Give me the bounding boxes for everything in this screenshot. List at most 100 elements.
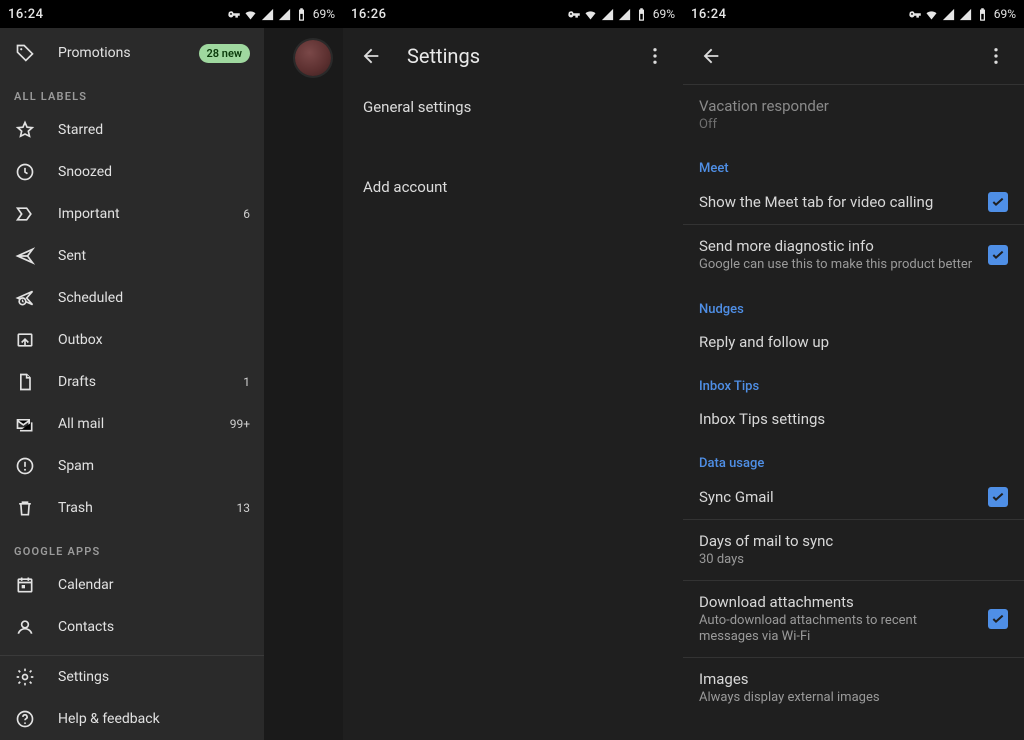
- count-badge: 1: [232, 375, 250, 389]
- drawer-item-calendar[interactable]: Calendar: [0, 564, 264, 606]
- drawer-item-trash[interactable]: Trash 13: [0, 487, 264, 529]
- spam-icon: [14, 456, 36, 476]
- battery-percent: 69%: [994, 7, 1016, 21]
- signal-icon: [617, 7, 632, 22]
- drawer-section-google-apps: GOOGLE APPS: [0, 529, 264, 564]
- status-bar: 16:26 69%: [343, 0, 683, 28]
- back-button[interactable]: [691, 36, 731, 76]
- vpn-icon: [566, 7, 581, 22]
- send-icon: [14, 246, 36, 266]
- drawer-item-contacts[interactable]: Contacts: [0, 606, 264, 648]
- important-icon: [14, 204, 36, 224]
- tag-icon: [14, 43, 36, 63]
- battery-percent: 69%: [653, 7, 675, 21]
- outbox-icon: [14, 330, 36, 350]
- settings-item-general[interactable]: General settings: [343, 84, 683, 130]
- phone-account-settings: 16:24 69% Vacation responder: [683, 0, 1024, 740]
- trash-icon: [14, 498, 36, 518]
- setting-reply-follow-up[interactable]: Reply and follow up: [683, 321, 1024, 363]
- back-icon: [700, 45, 722, 67]
- category-nudges: Nudges: [683, 286, 1024, 321]
- setting-download-attachments[interactable]: Download attachments Auto-download attac…: [683, 581, 1024, 658]
- status-icons: 69%: [566, 7, 675, 22]
- contacts-icon: [14, 617, 36, 637]
- drawer-item-promotions[interactable]: Promotions 28 new: [0, 32, 264, 74]
- help-icon: [14, 709, 36, 729]
- signal-icon: [260, 7, 275, 22]
- back-icon: [360, 45, 382, 67]
- status-icons: 69%: [226, 7, 335, 22]
- checkbox-checked[interactable]: [988, 245, 1008, 265]
- check-icon: [990, 611, 1006, 627]
- battery-icon: [975, 7, 990, 22]
- drawer-item-snoozed[interactable]: Snoozed: [0, 151, 264, 193]
- setting-inbox-tips[interactable]: Inbox Tips settings: [683, 398, 1024, 440]
- page-title: Settings: [407, 44, 480, 68]
- category-data-usage: Data usage: [683, 440, 1024, 475]
- drawer-item-drafts[interactable]: Drafts 1: [0, 361, 264, 403]
- schedule-send-icon: [14, 288, 36, 308]
- vpn-icon: [907, 7, 922, 22]
- drawer-item-help[interactable]: Help & feedback: [0, 698, 264, 740]
- setting-sync-gmail[interactable]: Sync Gmail: [683, 475, 1024, 519]
- status-bar: 16:24 69%: [0, 0, 343, 28]
- setting-send-diagnostic-info[interactable]: Send more diagnostic info Google can use…: [683, 225, 1024, 285]
- nav-drawer: Promotions 28 new ALL LABELS Starred Sno…: [0, 28, 264, 740]
- status-clock: 16:24: [691, 7, 726, 22]
- category-meet: Meet: [683, 145, 1024, 180]
- checkbox-checked[interactable]: [988, 192, 1008, 212]
- count-badge: 6: [232, 207, 250, 221]
- battery-icon: [294, 7, 309, 22]
- account-avatar[interactable]: [295, 40, 331, 76]
- star-icon: [14, 120, 36, 140]
- wifi-icon: [924, 7, 939, 22]
- signal-icon: [958, 7, 973, 22]
- checkbox-checked[interactable]: [988, 609, 1008, 629]
- setting-show-meet-tab[interactable]: Show the Meet tab for video calling: [683, 180, 1024, 224]
- status-clock: 16:26: [351, 7, 386, 22]
- app-bar: Settings: [343, 28, 683, 84]
- count-badge: 99+: [230, 417, 250, 431]
- battery-icon: [634, 7, 649, 22]
- drawer-item-important[interactable]: Important 6: [0, 193, 264, 235]
- check-icon: [990, 194, 1006, 210]
- drawer-item-scheduled[interactable]: Scheduled: [0, 277, 264, 319]
- checkbox-checked[interactable]: [988, 487, 1008, 507]
- check-icon: [990, 247, 1006, 263]
- signal-icon: [277, 7, 292, 22]
- phone-settings-root: 16:26 69% Settings General settings Add …: [343, 0, 683, 740]
- setting-days-to-sync[interactable]: Days of mail to sync 30 days: [683, 520, 1024, 580]
- drawer-item-spam[interactable]: Spam: [0, 445, 264, 487]
- new-badge: 28 new: [199, 44, 251, 63]
- drawer-item-starred[interactable]: Starred: [0, 109, 264, 151]
- drawer-item-settings[interactable]: Settings: [0, 656, 264, 698]
- settings-item-add-account[interactable]: Add account: [343, 164, 683, 210]
- drawer-item-sent[interactable]: Sent: [0, 235, 264, 277]
- drawer-label: Promotions: [58, 45, 177, 61]
- back-button[interactable]: [351, 36, 391, 76]
- signal-icon: [600, 7, 615, 22]
- wifi-icon: [583, 7, 598, 22]
- setting-vacation-responder[interactable]: Vacation responder Off: [683, 85, 1024, 145]
- overflow-button[interactable]: [635, 36, 675, 76]
- status-bar: 16:24 69%: [683, 0, 1024, 28]
- wifi-icon: [243, 7, 258, 22]
- allmail-icon: [14, 414, 36, 434]
- status-clock: 16:24: [8, 7, 43, 22]
- overflow-button[interactable]: [976, 36, 1016, 76]
- more-icon: [644, 45, 666, 67]
- app-bar: [683, 28, 1024, 84]
- setting-images[interactable]: Images Always display external images: [683, 658, 1024, 718]
- drawer-section-all-labels: ALL LABELS: [0, 74, 264, 109]
- vpn-icon: [226, 7, 241, 22]
- count-badge: 13: [232, 501, 250, 515]
- gear-icon: [14, 667, 36, 687]
- check-icon: [990, 489, 1006, 505]
- clock-icon: [14, 162, 36, 182]
- category-inbox-tips: Inbox Tips: [683, 363, 1024, 398]
- drawer-item-outbox[interactable]: Outbox: [0, 319, 264, 361]
- drawer-item-allmail[interactable]: All mail 99+: [0, 403, 264, 445]
- more-icon: [985, 45, 1007, 67]
- phone-drawer-screen: 16:24 69% Promotions 28 new: [0, 0, 343, 740]
- signal-icon: [941, 7, 956, 22]
